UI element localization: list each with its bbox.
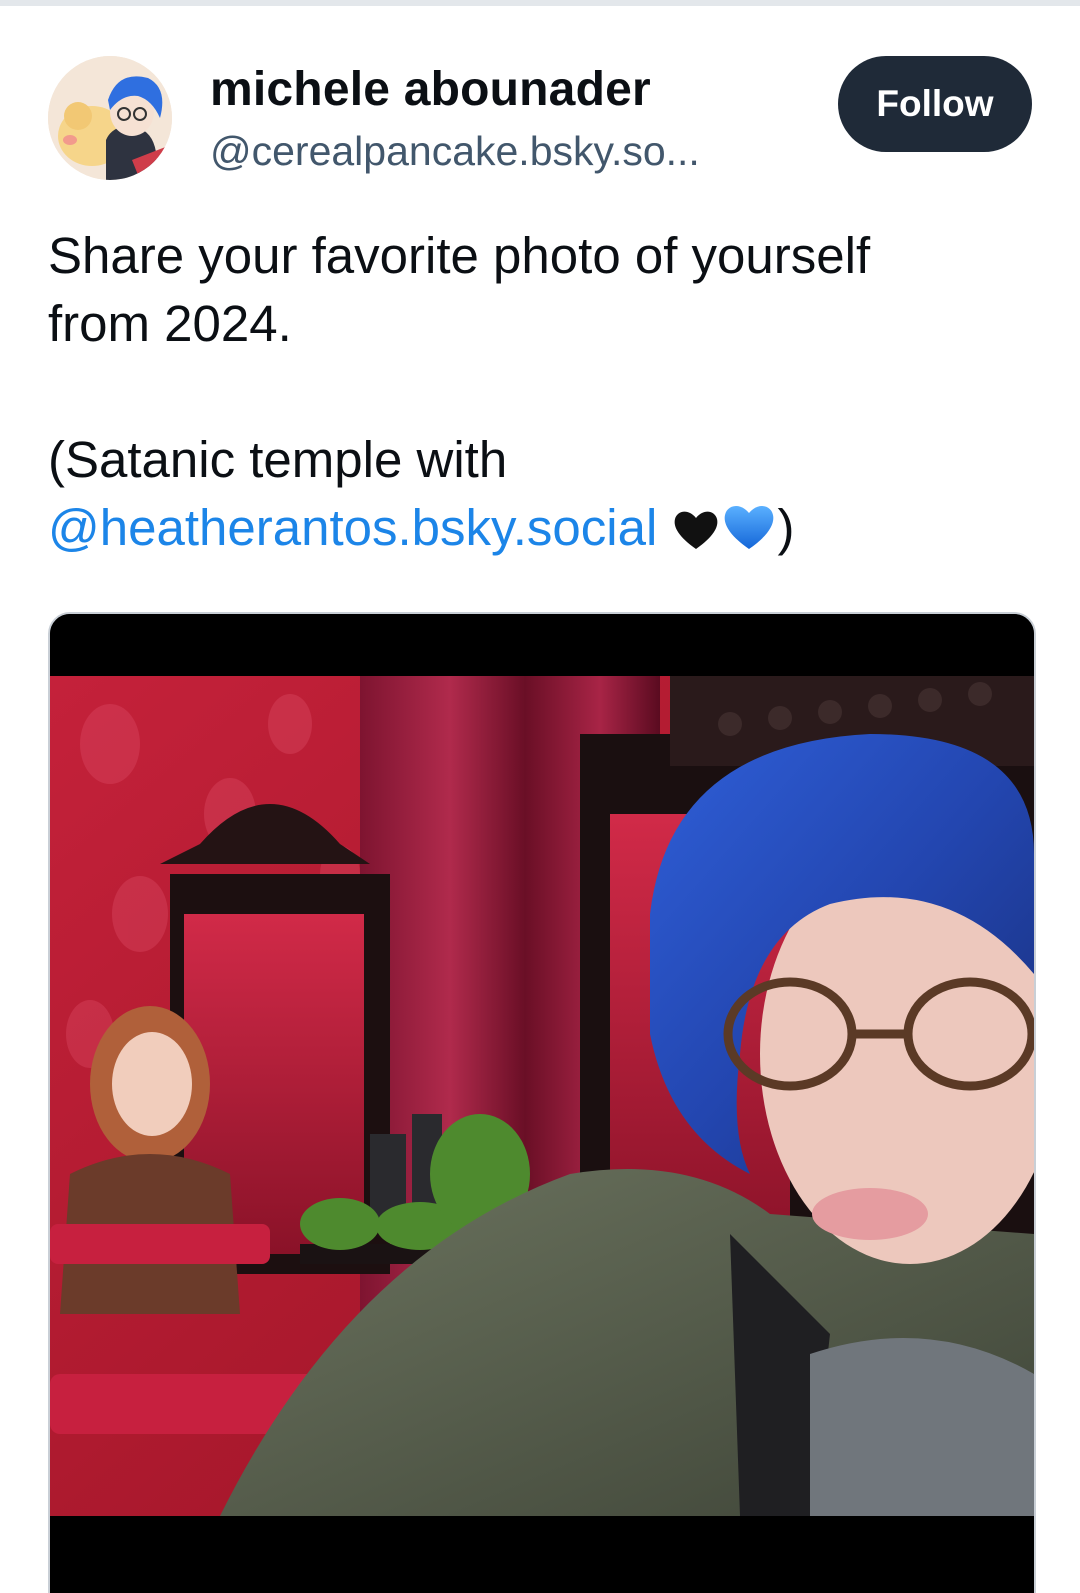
divider: [0, 0, 1080, 6]
closing-paren: ): [777, 499, 795, 556]
blue-heart-icon: [721, 500, 777, 568]
mention-link[interactable]: @heatherantos.bsky.social: [48, 499, 657, 556]
post-text-line: (Satanic temple with: [48, 431, 508, 488]
post-text: Share your favorite photo of yourself fr…: [48, 222, 1038, 568]
post-image[interactable]: [48, 612, 1036, 1593]
author-handle[interactable]: @cerealpancake.bsky.so...: [210, 128, 700, 175]
post-text-line: @heatherantos.bsky.social ): [48, 494, 1038, 568]
post-text-line: Share your favorite photo of yourself: [48, 227, 871, 284]
follow-button[interactable]: Follow: [838, 56, 1032, 152]
black-heart-icon: [671, 500, 721, 568]
post-screen: michele abounader @cerealpancake.bsky.so…: [0, 0, 1080, 1593]
post-text-line: from 2024.: [48, 295, 292, 352]
author-display-name[interactable]: michele abounader: [210, 62, 651, 117]
avatar[interactable]: [48, 56, 172, 180]
